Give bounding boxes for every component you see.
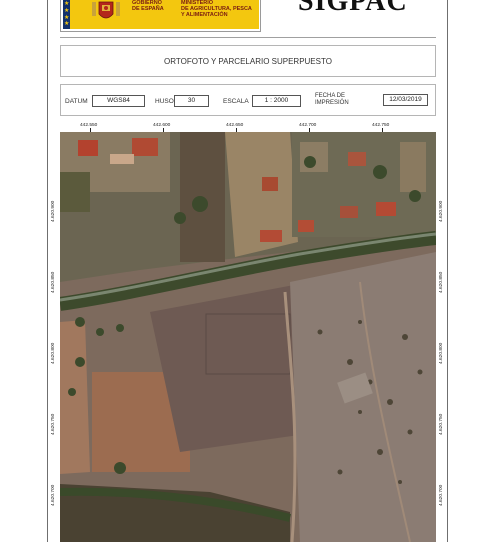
left-tick-label: 4.620.750 <box>51 413 56 435</box>
right-tick-label: 4.620.850 <box>439 271 444 293</box>
eu-flag-icon: ★ ★ ★ ★ <box>63 0 70 29</box>
top-tick-label: 442.650 <box>226 123 244 128</box>
right-tick-label: 4.620.750 <box>439 413 444 435</box>
fecha-label-line: FECHA DE <box>315 93 346 99</box>
top-tick-label: 442.600 <box>153 123 171 128</box>
top-tick-label: 442.700 <box>299 123 317 128</box>
map-title-box: ORTOFOTO Y PARCELARIO SUPERPUESTO <box>60 45 436 77</box>
top-tick-label: 442.550 <box>80 123 98 128</box>
government-name: GOBIERNO DE ESPAÑA <box>132 0 164 12</box>
left-tick-label: 4.620.850 <box>51 271 56 293</box>
fecha-label-line: IMPRESIÓN <box>315 99 349 106</box>
right-tick-label: 4.620.700 <box>439 484 444 506</box>
star-icon: ★ <box>64 8 70 14</box>
orthophoto-map[interactable] <box>60 132 436 542</box>
fecha-value: 12/03/2019 <box>383 94 428 106</box>
datum-value: WGS84 <box>92 95 145 107</box>
ministry-name: MINISTERIO DE AGRICULTURA, PESCA Y ALIME… <box>181 0 252 18</box>
right-tick-label: 4.620.800 <box>439 342 444 364</box>
app-title: SIGPAC <box>298 0 408 17</box>
gov-line: DE ESPAÑA <box>132 6 164 12</box>
left-tick-label: 4.620.900 <box>51 200 56 222</box>
fecha-label: FECHA DE IMPRESIÓN <box>315 93 349 106</box>
orthophoto-image <box>60 132 436 542</box>
map-title: ORTOFOTO Y PARCELARIO SUPERPUESTO <box>164 57 332 66</box>
top-tick-label: 442.750 <box>372 123 390 128</box>
escala-value: 1 : 2000 <box>252 95 301 107</box>
star-icon: ★ <box>64 1 70 7</box>
star-icon: ★ <box>64 21 70 27</box>
coat-of-arms-icon <box>92 1 120 19</box>
ministry-line: Y ALIMENTACIÓN <box>181 12 228 18</box>
map-metadata-box: DATUM WGS84 HUSO 30 ESCALA 1 : 2000 FECH… <box>60 84 436 116</box>
huso-label: HUSO <box>155 98 174 105</box>
header-divider <box>60 37 436 38</box>
left-tick-label: 4.620.700 <box>51 484 56 506</box>
left-tick-label: 4.620.800 <box>51 342 56 364</box>
right-tick-label: 4.620.900 <box>439 200 444 222</box>
escala-label: ESCALA <box>223 98 249 105</box>
datum-label: DATUM <box>65 98 88 105</box>
huso-value: 30 <box>174 95 209 107</box>
